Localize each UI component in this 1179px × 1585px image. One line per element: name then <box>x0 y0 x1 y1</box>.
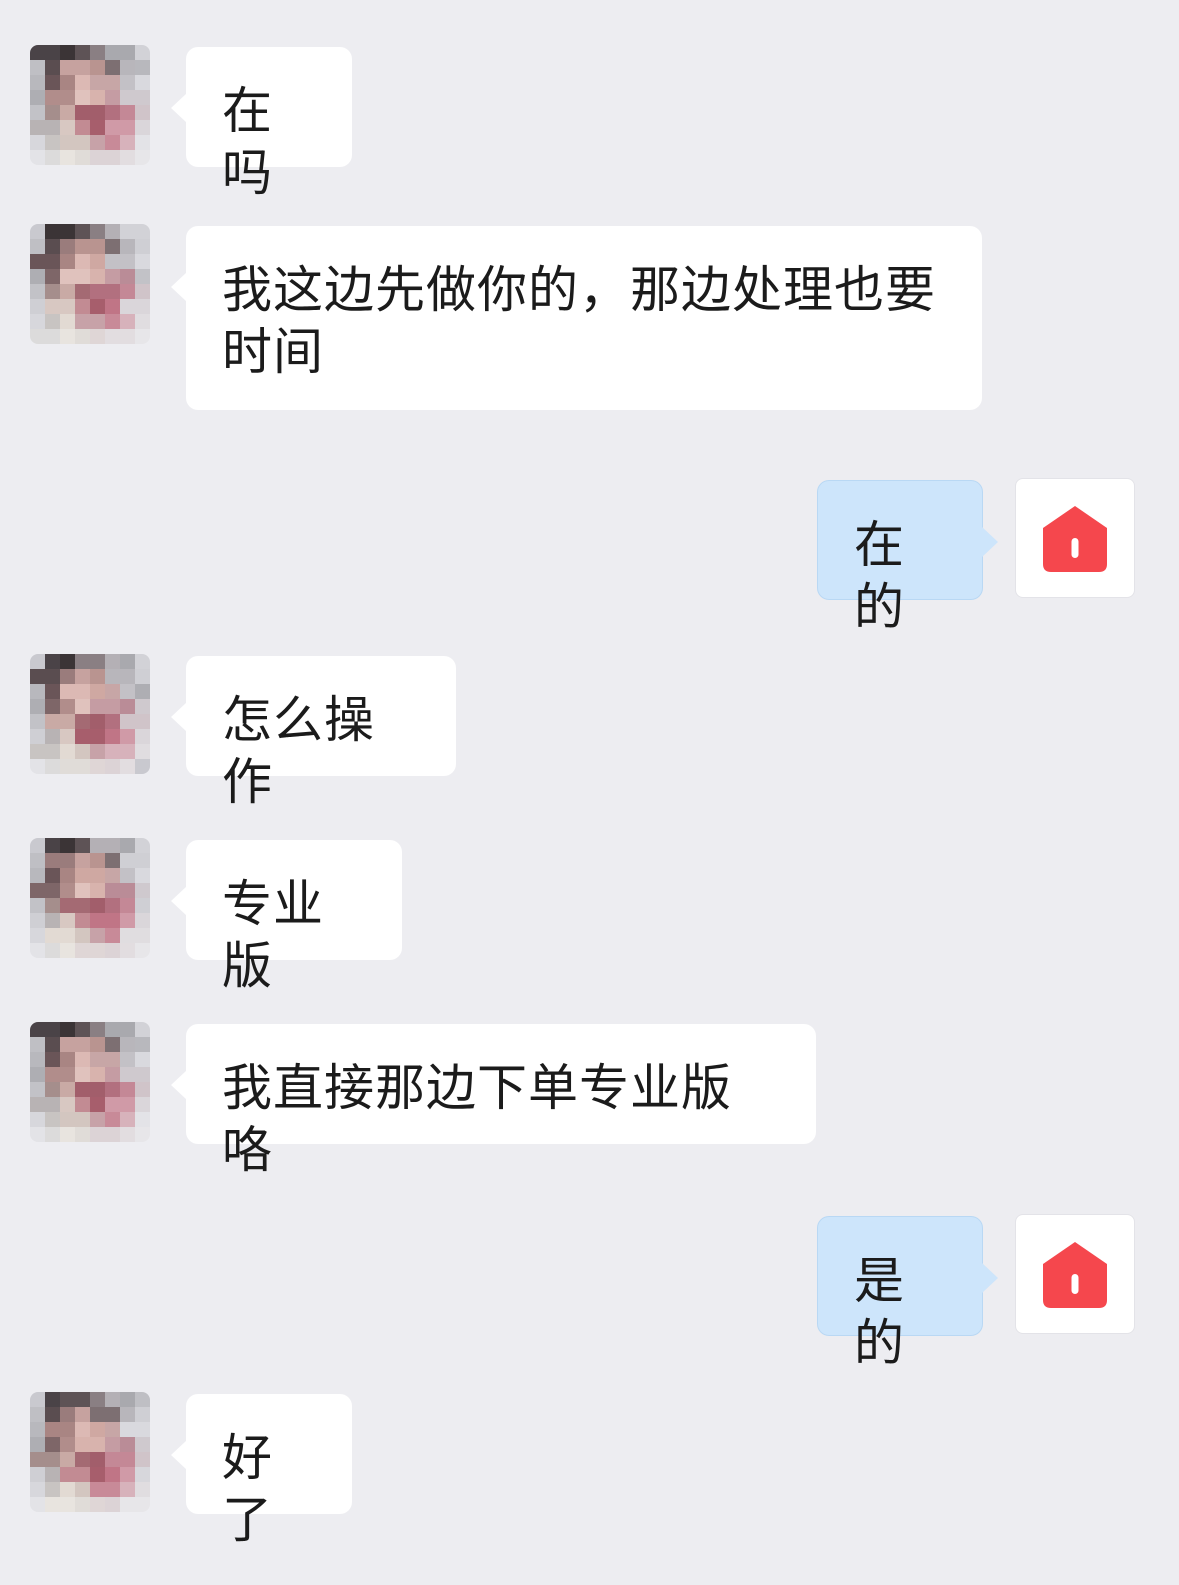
outgoing-message: 在的 <box>0 478 1179 636</box>
contact-avatar[interactable] <box>30 224 150 344</box>
contact-avatar[interactable] <box>30 654 150 774</box>
self-avatar[interactable] <box>1015 1214 1135 1334</box>
self-avatar[interactable] <box>1015 478 1135 598</box>
contact-avatar[interactable] <box>30 838 150 958</box>
incoming-message: 我直接那边下单专业版咯 <box>0 1022 1179 1179</box>
message-bubble[interactable]: 在的 <box>817 480 998 636</box>
message-bubble[interactable]: 好了 <box>171 1394 352 1549</box>
chat-message-list[interactable]: 在吗我这边先做你的，那边处理也要时间在的怎么操作专业版我直接那边下单专业版咯 是的… <box>0 0 1179 1585</box>
incoming-message: 专业版 <box>0 838 1179 995</box>
contact-avatar[interactable] <box>30 45 150 165</box>
incoming-message: 怎么操作 <box>0 654 1179 811</box>
message-bubble[interactable]: 是的 <box>817 1216 998 1372</box>
outgoing-message: 是的 <box>0 1214 1179 1372</box>
message-bubble[interactable]: 怎么操作 <box>171 656 456 811</box>
incoming-message: 好了 <box>0 1392 1179 1549</box>
contact-avatar[interactable] <box>30 1392 150 1512</box>
red-house-icon <box>1043 506 1107 572</box>
message-bubble[interactable]: 我这边先做你的，那边处理也要时间 <box>171 226 982 410</box>
incoming-message: 在吗 <box>0 45 1179 202</box>
contact-avatar[interactable] <box>30 1022 150 1142</box>
incoming-message: 我这边先做你的，那边处理也要时间 <box>0 224 1179 418</box>
message-bubble[interactable]: 专业版 <box>171 840 402 995</box>
red-house-icon <box>1043 1242 1107 1308</box>
message-bubble[interactable]: 在吗 <box>171 47 352 202</box>
message-bubble[interactable]: 我直接那边下单专业版咯 <box>171 1024 816 1179</box>
